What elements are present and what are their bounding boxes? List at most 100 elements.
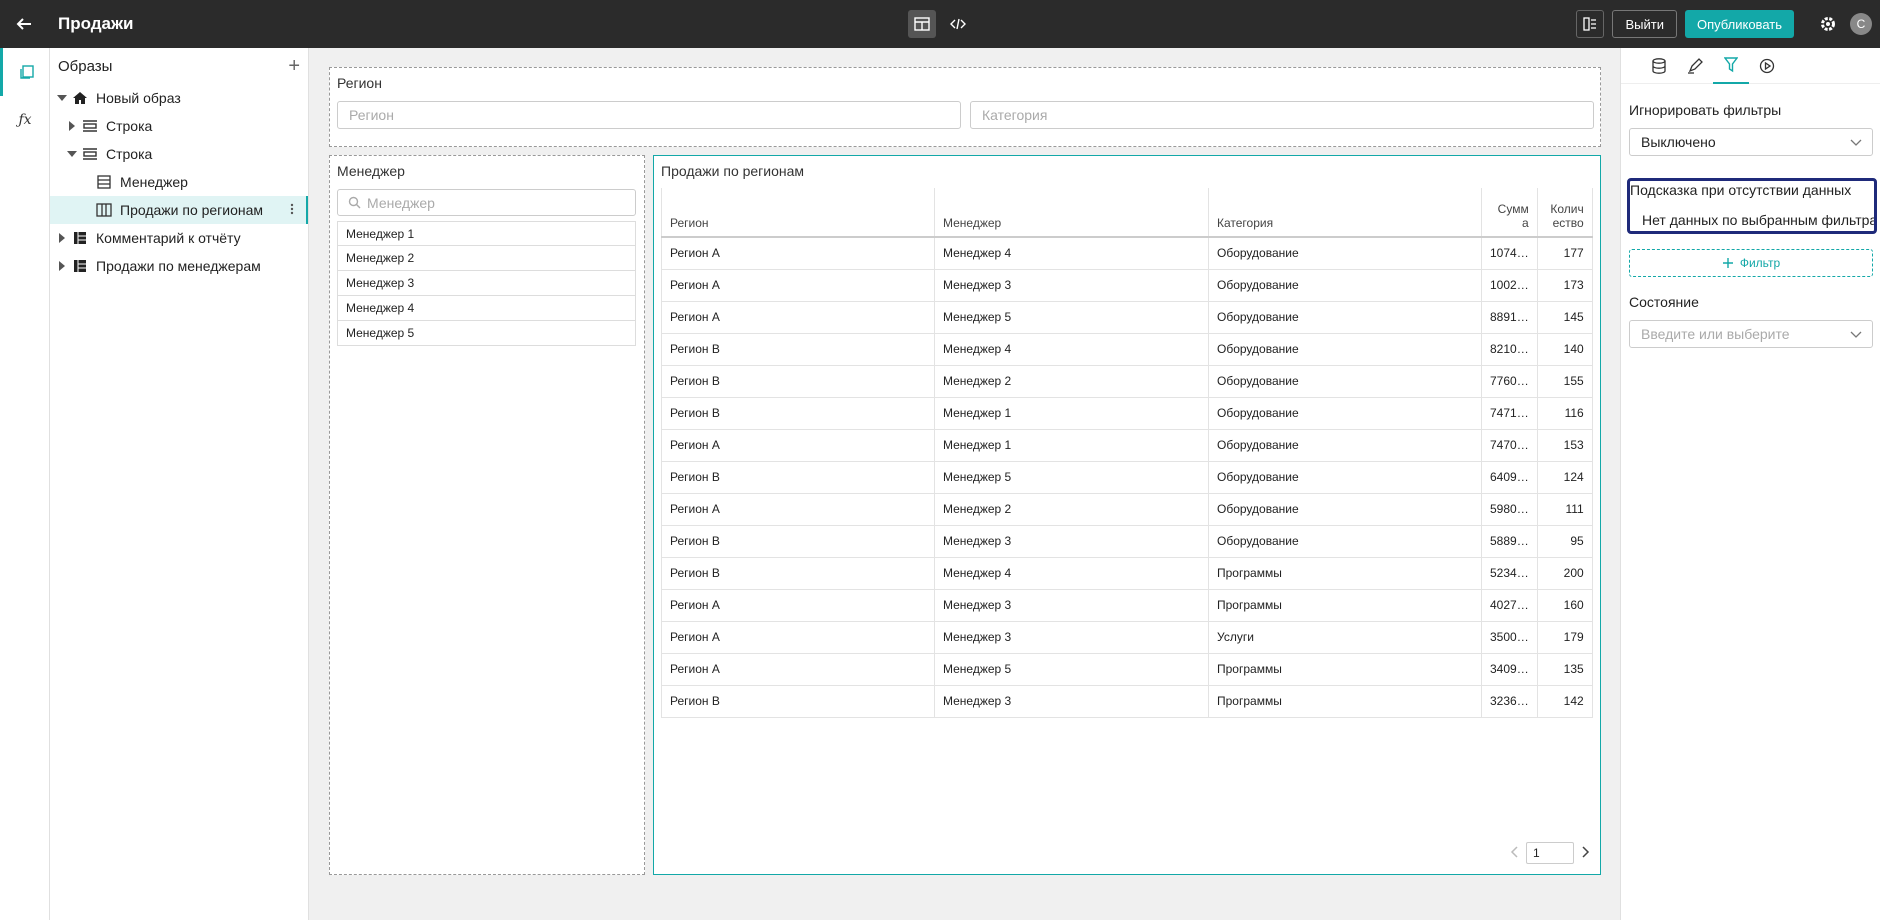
ignore-filters-value: Выключено <box>1641 134 1716 150</box>
region-select[interactable]: Регион <box>337 101 961 129</box>
tree-node-row-1[interactable]: Строка <box>50 112 308 140</box>
table-row[interactable]: Регион A Менеджер 1 Оборудование 7470… 153 <box>661 429 1593 462</box>
pagination: 1 <box>1510 842 1590 864</box>
next-page-icon[interactable] <box>1582 845 1590 861</box>
category-select[interactable]: Категория <box>970 101 1594 129</box>
list-item[interactable]: Менеджер 4 <box>337 296 636 321</box>
manager-block[interactable]: Менеджер Менеджер Менеджер 1 Менеджер 2 … <box>329 155 645 875</box>
table-cell: Оборудование <box>1208 493 1482 526</box>
table-row[interactable]: Регион A Менеджер 3 Услуги 3500… 179 <box>661 621 1593 654</box>
table-row[interactable]: Регион B Менеджер 4 Программы 5234… 200 <box>661 557 1593 590</box>
sales-table: Регион Менеджер Категория Сумм а Колич ест… <box>661 188 1593 718</box>
table-cell: 7470… <box>1481 429 1538 462</box>
table-cell: 153 <box>1537 429 1593 462</box>
table-cell: Оборудование <box>1208 525 1482 558</box>
table-cell: 3409… <box>1481 653 1538 686</box>
back-arrow-icon[interactable] <box>0 0 48 48</box>
caret-right-icon[interactable] <box>54 233 70 243</box>
no-data-hint-input[interactable]: Нет данных по выбранным фильтрам <box>1630 207 1874 233</box>
layout-mode-icon[interactable] <box>908 10 936 38</box>
table-cell: 179 <box>1537 621 1593 654</box>
publish-button[interactable]: Опубликовать <box>1684 10 1794 38</box>
caret-right-icon[interactable] <box>64 121 80 131</box>
formula-icon[interactable]: ƒx <box>0 96 50 144</box>
logout-button[interactable]: Выйти <box>1612 10 1677 38</box>
home-icon <box>70 91 90 105</box>
code-mode-icon[interactable] <box>944 10 972 38</box>
tree-node-label: Менеджер <box>120 174 188 190</box>
layout-tree-icon[interactable] <box>1576 10 1605 38</box>
sales-by-region-block[interactable]: Продажи по регионам Регион Менеджер Кате… <box>653 155 1601 875</box>
table-cell: Регион A <box>661 429 935 462</box>
table-row[interactable]: Регион B Менеджер 3 Оборудование 5889… 95 <box>661 525 1593 558</box>
ignore-filters-select[interactable]: Выключено <box>1629 128 1873 156</box>
list-item[interactable]: Менеджер 1 <box>337 221 636 246</box>
column-header-quantity[interactable]: Колич ество <box>1537 188 1593 238</box>
properties-tabs <box>1621 48 1880 84</box>
table-row[interactable]: Регион B Менеджер 5 Оборудование 6409… 124 <box>661 461 1593 494</box>
filter-icon[interactable] <box>1713 48 1749 84</box>
pages-icon[interactable] <box>0 48 50 96</box>
table-row[interactable]: Регион A Менеджер 3 Программы 4027… 160 <box>661 589 1593 622</box>
add-icon[interactable]: + <box>288 56 300 76</box>
avatar[interactable]: С <box>1850 13 1872 35</box>
table-cell: 8891… <box>1481 301 1538 334</box>
table-cell: Менеджер 4 <box>934 237 1209 270</box>
tree-node-comment[interactable]: Комментарий к отчёту <box>50 224 308 252</box>
table-cell: Программы <box>1208 653 1482 686</box>
table-cell: Менеджер 1 <box>934 429 1209 462</box>
filters-block[interactable]: Регион Регион Категория <box>329 67 1601 147</box>
column-header-region[interactable]: Регион <box>661 188 935 238</box>
list-item[interactable]: Менеджер 2 <box>337 246 636 271</box>
table-row[interactable]: Регион B Менеджер 4 Оборудование 8210… 140 <box>661 333 1593 366</box>
state-select[interactable]: Введите или выберите <box>1629 320 1873 348</box>
plus-icon <box>1722 258 1733 268</box>
table-cell: Менеджер 3 <box>934 685 1209 718</box>
column-header-category[interactable]: Категория <box>1208 188 1482 238</box>
list-item[interactable]: Менеджер 5 <box>337 321 636 346</box>
table-cell: Оборудование <box>1208 365 1482 398</box>
table-row[interactable]: Регион B Менеджер 1 Оборудование 7471… 116 <box>661 397 1593 430</box>
page-number-input[interactable]: 1 <box>1526 842 1574 864</box>
table-row[interactable]: Регион A Менеджер 2 Оборудование 5980… 111 <box>661 493 1593 526</box>
list-item[interactable]: Менеджер 3 <box>337 271 636 296</box>
tree-node-label: Продажи по менеджерам <box>96 258 261 274</box>
tree-node-label: Новый образ <box>96 90 181 106</box>
add-filter-button[interactable]: Фильтр <box>1629 249 1873 277</box>
table-cell: Менеджер 3 <box>934 621 1209 654</box>
tree-node-sales-by-region[interactable]: Продажи по регионам <box>50 196 308 224</box>
tree-node-manager[interactable]: Менеджер <box>50 168 308 196</box>
table-row[interactable]: Регион B Менеджер 2 Оборудование 7760… 155 <box>661 365 1593 398</box>
table-cell: Регион B <box>661 397 935 430</box>
caret-right-icon[interactable] <box>54 261 70 271</box>
column-header-sum[interactable]: Сумм а <box>1481 188 1538 238</box>
table-row[interactable]: Регион A Менеджер 5 Оборудование 8891… 145 <box>661 301 1593 334</box>
table-cell: Оборудование <box>1208 333 1482 366</box>
table-cell: Программы <box>1208 589 1482 622</box>
table-cell: 3500… <box>1481 621 1538 654</box>
prev-page-icon[interactable] <box>1510 845 1518 861</box>
manager-search-placeholder: Менеджер <box>367 194 435 211</box>
caret-down-icon[interactable] <box>64 151 80 157</box>
caret-down-icon[interactable] <box>54 95 70 101</box>
state-placeholder: Введите или выберите <box>1641 326 1790 342</box>
state-label: Состояние <box>1629 294 1699 310</box>
table-cell: Оборудование <box>1208 301 1482 334</box>
data-source-icon[interactable] <box>1641 48 1677 84</box>
table-row[interactable]: Регион A Менеджер 3 Оборудование 1002… 173 <box>661 269 1593 302</box>
tree-node-new-image[interactable]: Новый образ <box>50 84 308 112</box>
block-icon <box>70 259 90 273</box>
gear-icon[interactable] <box>1814 10 1842 38</box>
table-row[interactable]: Регион B Менеджер 3 Программы 3236… 142 <box>661 685 1593 718</box>
table-cell: Менеджер 4 <box>934 557 1209 590</box>
manager-search-input[interactable]: Менеджер <box>337 189 636 216</box>
tree-node-sales-by-manager[interactable]: Продажи по менеджерам <box>50 252 308 280</box>
kebab-menu-icon[interactable] <box>290 202 294 219</box>
table-cell: 5234… <box>1481 557 1538 590</box>
tree-node-row-2[interactable]: Строка <box>50 140 308 168</box>
column-header-manager[interactable]: Менеджер <box>934 188 1209 238</box>
table-row[interactable]: Регион A Менеджер 5 Программы 3409… 135 <box>661 653 1593 686</box>
style-brush-icon[interactable] <box>1677 48 1713 84</box>
events-icon[interactable] <box>1749 48 1785 84</box>
table-row[interactable]: Регион A Менеджер 4 Оборудование 1074… 177 <box>661 237 1593 270</box>
